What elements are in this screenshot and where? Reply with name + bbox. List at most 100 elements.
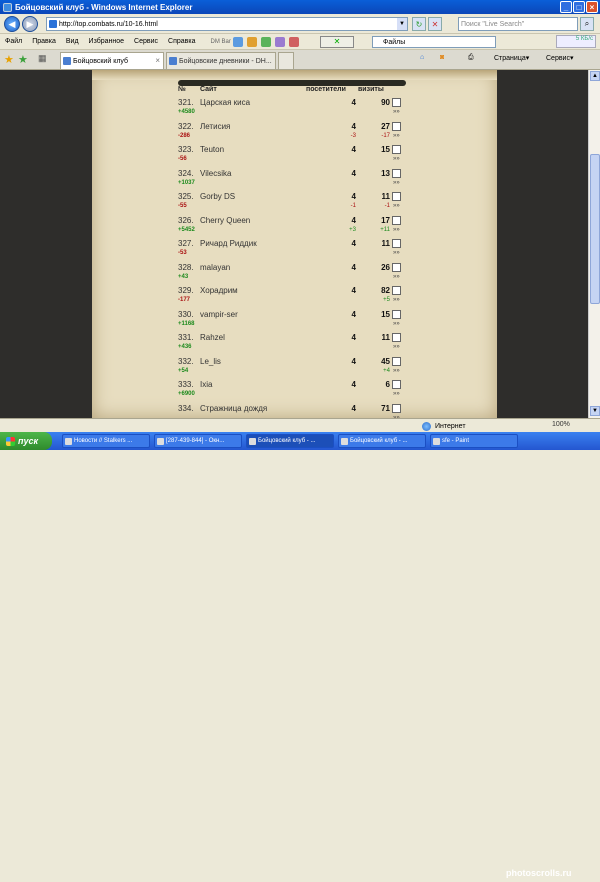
row-more-link[interactable]: »» — [393, 368, 400, 374]
scroll-up-icon[interactable]: ▲ — [590, 71, 600, 81]
row-more-link[interactable]: »» — [393, 203, 400, 209]
row-checkbox[interactable] — [392, 380, 401, 389]
address-dropdown-icon[interactable]: ▼ — [397, 18, 407, 30]
row-site-link[interactable]: vampir-ser — [200, 310, 238, 319]
toolbar-x-button[interactable]: ✕ — [320, 36, 354, 48]
zoom-level[interactable]: 100% — [552, 421, 570, 428]
address-input[interactable]: http://top.combats.ru/10-16.html ▼ — [46, 17, 408, 31]
row-checkbox[interactable] — [392, 309, 401, 319]
row-site-link[interactable]: Le_lis — [200, 357, 221, 366]
forward-icon[interactable]: ▶ — [22, 16, 38, 32]
row-more-link[interactable]: »» — [393, 109, 400, 115]
row-checkbox[interactable] — [392, 333, 401, 342]
row-more-link[interactable]: »» — [393, 391, 400, 397]
tab-bar: ★ ★ ▦ Бойцовский клуб × Бойцовские дневн… — [0, 50, 600, 70]
menu-help[interactable]: Справка — [168, 38, 195, 45]
row-site-link[interactable]: Стражница дождя — [200, 404, 267, 413]
toolbar-icon-3[interactable] — [260, 36, 271, 47]
watermark: photoscrolls.ru — [506, 868, 572, 878]
toolbar-icon-5[interactable] — [288, 36, 299, 47]
row-site-link[interactable]: Rahzel — [200, 333, 225, 342]
row-site-link[interactable]: Ричард Риддик — [200, 239, 257, 248]
menu-favorites[interactable]: Избранное — [89, 38, 124, 45]
row-site-link[interactable]: Vilecsika — [200, 169, 231, 178]
row-checkbox[interactable] — [392, 262, 401, 272]
scroll-down-icon[interactable]: ▼ — [590, 406, 600, 416]
taskbar-item[interactable]: [287-439-844] - Окн... — [154, 434, 242, 448]
tab-diaries[interactable]: Бойцовские дневники - DH... — [166, 52, 276, 69]
taskbar-item[interactable]: Бойцовский клуб - ... — [338, 434, 426, 448]
row-more-link[interactable]: »» — [393, 274, 400, 280]
row-delta: +4580 — [178, 109, 195, 115]
files-select[interactable]: Файлы — [372, 36, 496, 48]
scroll-thumb[interactable] — [590, 154, 600, 304]
row-visitors: 4 — [351, 192, 356, 201]
menu-view[interactable]: Вид — [66, 38, 79, 45]
tab-combats[interactable]: Бойцовский клуб × — [60, 52, 164, 69]
home-icon[interactable]: ⌂ — [420, 54, 424, 61]
menu-file[interactable]: Файл — [5, 38, 22, 45]
back-icon[interactable]: ◀ — [4, 16, 20, 32]
row-site-link[interactable]: Teuton — [200, 145, 224, 154]
row-more-link[interactable]: »» — [393, 297, 400, 303]
row-checkbox[interactable] — [392, 168, 401, 178]
taskbar-item[interactable]: sfe - Paint — [430, 434, 518, 448]
taskbar-item[interactable]: Бойцовский клуб - ... — [246, 434, 334, 448]
feeds-icon[interactable]: ◙ — [440, 54, 444, 61]
vertical-scrollbar[interactable]: ▲ ▼ — [588, 70, 600, 418]
row-visitors: 4 — [351, 168, 356, 178]
stop-icon[interactable]: ✕ — [428, 17, 442, 31]
row-checkbox[interactable] — [392, 239, 401, 248]
close-icon[interactable]: × — [586, 1, 598, 13]
security-zone: Интернет — [422, 420, 466, 432]
search-icon[interactable]: ⌕ — [580, 17, 594, 31]
quick-tabs-icon[interactable]: ▦ — [38, 53, 47, 64]
taskbar-item[interactable]: Новости // Stalkers ... — [62, 434, 150, 448]
row-rank: 326. — [178, 215, 194, 225]
row-site-link[interactable]: Gorby DS — [200, 192, 235, 201]
row-checkbox[interactable] — [392, 403, 401, 413]
row-site-link[interactable]: Летисия — [200, 122, 230, 131]
row-more-link[interactable]: »» — [393, 133, 400, 139]
row-more-link[interactable]: »» — [393, 180, 400, 186]
row-more-link[interactable]: »» — [393, 344, 400, 350]
row-more-link[interactable]: »» — [393, 156, 400, 162]
row-site-link[interactable]: Хорадрим — [200, 286, 238, 295]
taskbar-item-label: Бойцовский клуб - ... — [258, 438, 316, 444]
row-checkbox[interactable] — [392, 215, 401, 225]
row-site-link[interactable]: Царская киса — [200, 98, 250, 107]
favorites-star-icon[interactable]: ★ — [4, 53, 14, 66]
print-icon[interactable]: ⎙ — [468, 54, 474, 62]
row-checkbox[interactable] — [392, 98, 401, 107]
start-button[interactable]: пуск — [0, 432, 52, 450]
row-site-link[interactable]: Cherry Queen — [200, 216, 250, 225]
row-more-link[interactable]: »» — [393, 227, 400, 233]
row-checkbox[interactable] — [392, 145, 401, 154]
search-input[interactable]: Поиск "Live Search" — [458, 17, 578, 31]
minimize-icon[interactable]: _ — [560, 1, 572, 13]
row-rank: 328. — [178, 262, 194, 272]
tab-close-icon[interactable]: × — [155, 56, 160, 65]
row-rank: 333. — [178, 380, 194, 389]
page-menu[interactable]: Страница ▾ — [494, 54, 529, 63]
add-favorite-icon[interactable]: ★ — [18, 53, 28, 66]
toolbar-icon-1[interactable] — [232, 36, 243, 47]
row-more-link[interactable]: »» — [393, 321, 400, 327]
menu-tools[interactable]: Сервис — [134, 38, 158, 45]
row-checkbox[interactable] — [392, 356, 401, 366]
row-site-link[interactable]: malayan — [200, 263, 230, 272]
maximize-icon[interactable]: □ — [573, 1, 585, 13]
row-checkbox[interactable] — [392, 286, 401, 295]
row-site-link[interactable]: Ixia — [200, 380, 212, 389]
toolbar-icon-2[interactable] — [246, 36, 257, 47]
menu-edit[interactable]: Правка — [32, 38, 56, 45]
service-menu[interactable]: Сервис ▾ — [546, 54, 574, 63]
row-checkbox[interactable] — [392, 192, 401, 201]
refresh-icon[interactable]: ↻ — [412, 17, 426, 31]
new-tab-button[interactable] — [278, 52, 294, 69]
row-visitors: 4 — [351, 286, 356, 295]
row-more-link[interactable]: »» — [393, 250, 400, 256]
toolbar-icon-4[interactable] — [274, 36, 285, 47]
row-visitors: 4 — [351, 239, 356, 248]
row-checkbox[interactable] — [392, 121, 401, 131]
